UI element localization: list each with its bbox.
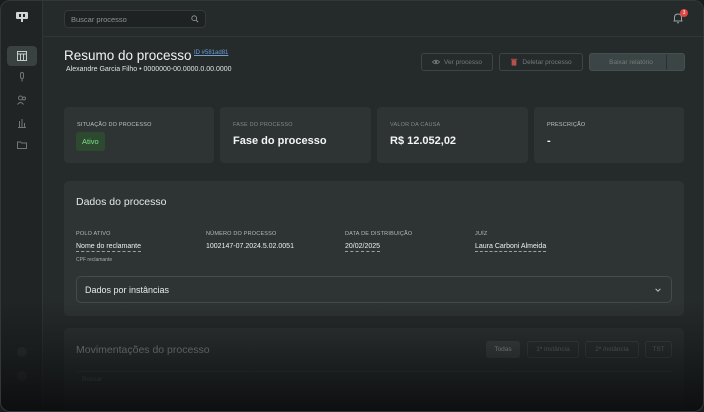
active-party-value[interactable]: Nome do reclamante xyxy=(76,243,141,252)
phase-card-value: Fase do processo xyxy=(233,135,327,147)
download-report-button[interactable]: Baixar relatório xyxy=(589,53,673,71)
report-options-button[interactable] xyxy=(666,53,685,71)
logo-icon xyxy=(16,12,28,22)
notification-badge: 3 xyxy=(680,9,688,17)
instances-accordion[interactable]: Dados por instâncias xyxy=(76,276,672,303)
bar-chart-icon xyxy=(18,119,26,128)
filter-all[interactable]: Todas xyxy=(486,341,520,358)
prescription-card-label: PRESCRIÇÃO xyxy=(547,122,586,128)
movements-search-input[interactable]: Buscar xyxy=(76,371,672,389)
view-process-button[interactable]: Ver processo xyxy=(421,53,493,71)
chevron-down-icon xyxy=(655,287,661,292)
status-card-label: SITUAÇÃO DO PROCESSO xyxy=(77,122,152,128)
topbar: 3 xyxy=(43,1,703,37)
distribution-date-label: DATA DE DISTRIBUIÇÃO xyxy=(345,231,413,237)
search-input[interactable] xyxy=(71,14,191,24)
prescription-card: PRESCRIÇÃO - xyxy=(534,107,684,163)
movements-title: Movimentações do processo xyxy=(76,344,210,356)
page-title: Resumo do processo xyxy=(64,48,192,63)
value-card-label: VALOR DA CAUSA xyxy=(390,122,441,128)
sidebar xyxy=(1,1,43,411)
prescription-card-value: - xyxy=(547,135,551,147)
view-process-label: Ver processo xyxy=(444,58,482,66)
distribution-date-value[interactable]: 20/02/2025 xyxy=(345,243,381,252)
eye-icon xyxy=(432,59,441,65)
delete-process-label: Deletar processo xyxy=(522,58,572,66)
sidebar-item-dashboard[interactable] xyxy=(7,46,37,66)
status-badge: Ativo xyxy=(76,132,105,151)
microphone-icon xyxy=(20,72,24,82)
process-number-value: 1002147-07.2024.5.02.0051 xyxy=(206,243,294,250)
dashboard-icon xyxy=(17,51,27,61)
active-party-label: POLO ATIVO xyxy=(76,231,111,237)
sidebar-item-hearing[interactable] xyxy=(7,67,37,87)
app-window: 3 Resumo do processo ID #581ad81 Alexand… xyxy=(0,0,704,412)
settings-icon[interactable] xyxy=(17,347,27,357)
download-report-label: Baixar relatório xyxy=(609,58,653,66)
sidebar-item-users[interactable] xyxy=(7,90,37,110)
search-icon[interactable] xyxy=(191,15,199,23)
sidebar-item-reports[interactable] xyxy=(7,113,37,133)
trash-icon xyxy=(511,58,518,66)
value-card: VALOR DA CAUSA R$ 12.052,02 xyxy=(377,107,528,163)
delete-process-button[interactable]: Deletar processo xyxy=(499,53,583,71)
phase-card-label: FASE DO PROCESSO xyxy=(233,122,293,128)
active-party-note: CPF reclamante xyxy=(76,257,113,263)
search-box[interactable] xyxy=(64,10,206,28)
sidebar-item-folders[interactable] xyxy=(7,135,37,155)
process-number-label: NÚMERO DO PROCESSO xyxy=(206,231,277,237)
value-card-value: R$ 12.052,02 xyxy=(390,135,457,147)
process-id-link[interactable]: ID #581ad81 xyxy=(194,50,228,56)
process-subtitle: Alexandre Garcia Filho • 0000000-00.0000… xyxy=(66,66,232,73)
process-data-title: Dados do processo xyxy=(76,196,167,208)
filter-first-instance[interactable]: 1ª instância xyxy=(527,341,579,358)
folder-icon xyxy=(17,141,27,149)
judge-value[interactable]: Laura Carboni Almeida xyxy=(475,243,547,252)
phase-card: FASE DO PROCESSO Fase do processo xyxy=(220,107,371,163)
filter-second-instance[interactable]: 2ª instância xyxy=(585,341,639,358)
user-avatar[interactable] xyxy=(17,371,27,381)
instances-accordion-label: Dados por instâncias xyxy=(85,284,170,295)
filter-tst[interactable]: TST xyxy=(645,341,672,358)
judge-label: JUÍZ xyxy=(475,231,488,237)
users-icon xyxy=(17,95,26,105)
